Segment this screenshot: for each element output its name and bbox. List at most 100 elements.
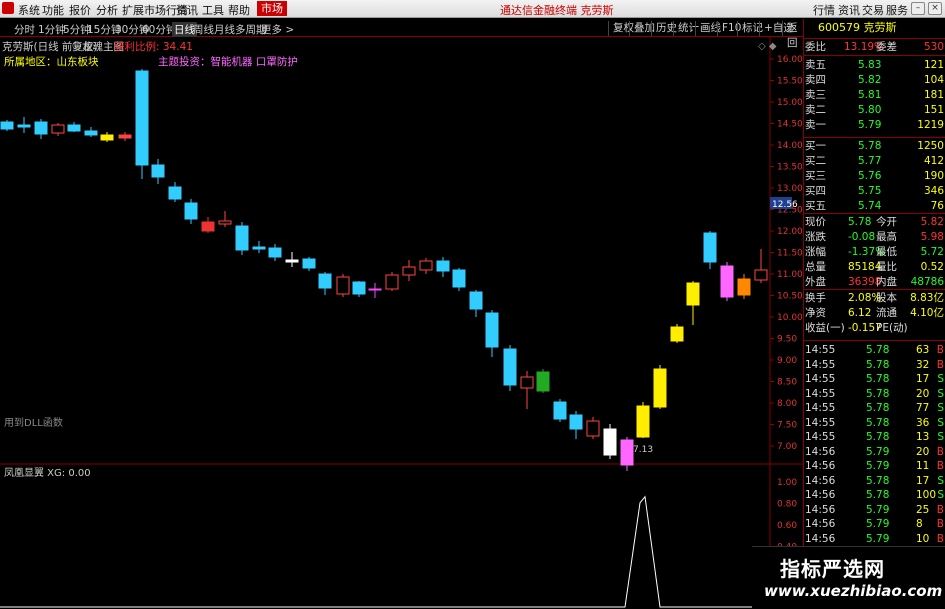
tab-news[interactable]: 资讯 bbox=[838, 2, 860, 18]
buy-label: 买三 bbox=[805, 170, 826, 182]
tick-price: 5.78 bbox=[866, 373, 890, 385]
sell-label: 卖四 bbox=[805, 74, 826, 86]
candle-body bbox=[419, 260, 433, 271]
tick-price: 5.78 bbox=[866, 387, 890, 400]
stat-value: 0.52 bbox=[920, 261, 944, 273]
menu-help[interactable]: 帮助 bbox=[228, 2, 250, 18]
tab-trade[interactable]: 交易 bbox=[862, 2, 884, 18]
tick-time: 14:55 bbox=[805, 402, 836, 414]
price-tick-label: 11.50 bbox=[777, 249, 803, 259]
tick-time: 14:55 bbox=[805, 344, 836, 356]
sell-price: 5.82 bbox=[858, 74, 882, 86]
tick-row: 14:56 5.79 11 B bbox=[804, 460, 945, 472]
tick-row: 14:56 5.79 25 B bbox=[804, 504, 945, 516]
tick-volume: 63 bbox=[916, 344, 930, 356]
candle-body bbox=[184, 202, 198, 220]
tick-price: 5.78 bbox=[866, 344, 890, 356]
sell-price: 5.80 bbox=[858, 104, 882, 116]
stat-label: 最高 bbox=[876, 231, 897, 243]
buy-level-row: 买二 5.77 412 bbox=[804, 155, 945, 167]
price-tick-label: 12.00 bbox=[777, 227, 803, 237]
stat-row: 总量 85184 量比 0.52 bbox=[804, 261, 945, 273]
stat-label: 净资 bbox=[805, 307, 826, 319]
menu-quote[interactable]: 报价 bbox=[69, 2, 91, 18]
tick-volume: 20 bbox=[916, 387, 930, 400]
buy-volume: 1250 bbox=[917, 140, 944, 152]
stock-name: 克劳斯 bbox=[863, 21, 897, 34]
menu-analysis[interactable]: 分析 bbox=[96, 2, 118, 18]
stat-label: 量比 bbox=[876, 261, 897, 273]
stat-value: 5.78 bbox=[848, 216, 872, 228]
menu-market[interactable]: 市场 bbox=[257, 1, 287, 16]
candle-body bbox=[586, 420, 600, 437]
stat-value: 4.10亿 bbox=[910, 307, 944, 319]
tick-side: S bbox=[937, 373, 944, 385]
tick-price: 5.78 bbox=[866, 474, 890, 487]
tab-service[interactable]: 服务 bbox=[886, 2, 908, 18]
candle-body bbox=[503, 348, 517, 386]
tick-volume: 100 bbox=[916, 489, 937, 501]
dll-label: 用到DLL函数 bbox=[4, 416, 63, 429]
stat-label: 最低 bbox=[876, 246, 897, 258]
tick-price: 5.78 bbox=[866, 489, 890, 501]
stat-label: 涨幅 bbox=[805, 246, 826, 258]
price-tick-label: 7.00 bbox=[777, 442, 797, 452]
app-logo-icon bbox=[2, 2, 14, 14]
current-price-tag: 12.56 bbox=[772, 200, 798, 210]
tick-price: 5.79 bbox=[866, 460, 890, 472]
sell-volume: 151 bbox=[923, 104, 944, 116]
menu-tools[interactable]: 工具 bbox=[202, 2, 224, 18]
menu-news[interactable]: 资讯 bbox=[176, 2, 198, 18]
price-tick-label: 9.50 bbox=[777, 335, 797, 345]
menu-function[interactable]: 功能 bbox=[42, 2, 64, 18]
stat-value: 5.98 bbox=[920, 231, 944, 243]
stat-value: -0.08 bbox=[848, 231, 876, 243]
kline-chart[interactable]: 16.0015.5015.0014.5014.0013.5013.0012.50… bbox=[0, 19, 803, 609]
tick-side: B bbox=[936, 344, 944, 356]
menu-system[interactable]: 系统 bbox=[18, 2, 40, 18]
chart-option-icon[interactable]: ◇ ◆ bbox=[758, 41, 777, 52]
price-tick-label: 14.50 bbox=[777, 120, 803, 130]
candle-body bbox=[151, 164, 165, 178]
tick-side: B bbox=[936, 358, 944, 371]
stock-code: 600579 bbox=[818, 21, 860, 34]
price-tick-label: 10.50 bbox=[777, 292, 803, 302]
price-tick-label: 13.50 bbox=[777, 163, 803, 173]
tick-side: S bbox=[937, 402, 944, 414]
candle-body bbox=[67, 124, 81, 132]
buy-label: 买五 bbox=[805, 200, 826, 212]
tick-row: 14:56 5.79 20 B bbox=[804, 446, 945, 458]
tab-quotes[interactable]: 行情 bbox=[813, 2, 835, 18]
tick-price: 5.78 bbox=[866, 431, 890, 443]
candle-body bbox=[135, 70, 149, 166]
candle-body bbox=[469, 291, 483, 310]
tick-volume: 25 bbox=[916, 503, 930, 516]
tick-volume: 10 bbox=[916, 532, 930, 545]
tick-volume: 77 bbox=[916, 402, 930, 414]
candle-body bbox=[670, 326, 684, 342]
tick-time: 14:56 bbox=[805, 460, 836, 472]
stat-row: 涨幅 -1.37% 最低 5.72 bbox=[804, 246, 945, 258]
buy-level-row: 买五 5.74 76 bbox=[804, 200, 945, 212]
stat-value: 8.83亿 bbox=[910, 292, 944, 304]
tick-time: 14:55 bbox=[805, 373, 836, 385]
minimize-icon[interactable]: – bbox=[911, 2, 925, 15]
candle-body bbox=[100, 134, 114, 141]
tick-time: 14:55 bbox=[805, 416, 836, 429]
candle-body bbox=[737, 278, 751, 296]
tick-volume: 32 bbox=[916, 358, 930, 371]
candle-body bbox=[168, 186, 182, 200]
stat2-row: 净资 6.12 流通 4.10亿 bbox=[804, 307, 945, 319]
quote-title: 600579 克劳斯 bbox=[804, 19, 945, 37]
buy-label: 买四 bbox=[805, 185, 826, 197]
close-icon[interactable]: × bbox=[928, 2, 942, 15]
tick-time: 14:55 bbox=[805, 387, 836, 400]
stat-label: 股本 bbox=[876, 292, 897, 304]
candles-group bbox=[0, 69, 768, 471]
tick-side: S bbox=[937, 474, 944, 487]
price-tick-label: 8.50 bbox=[777, 378, 797, 388]
candle-body bbox=[368, 288, 382, 291]
stat-label: 外盘 bbox=[805, 276, 826, 288]
sub-tick-label: 0.80 bbox=[777, 500, 797, 510]
price-tick-label: 11.00 bbox=[777, 270, 803, 280]
